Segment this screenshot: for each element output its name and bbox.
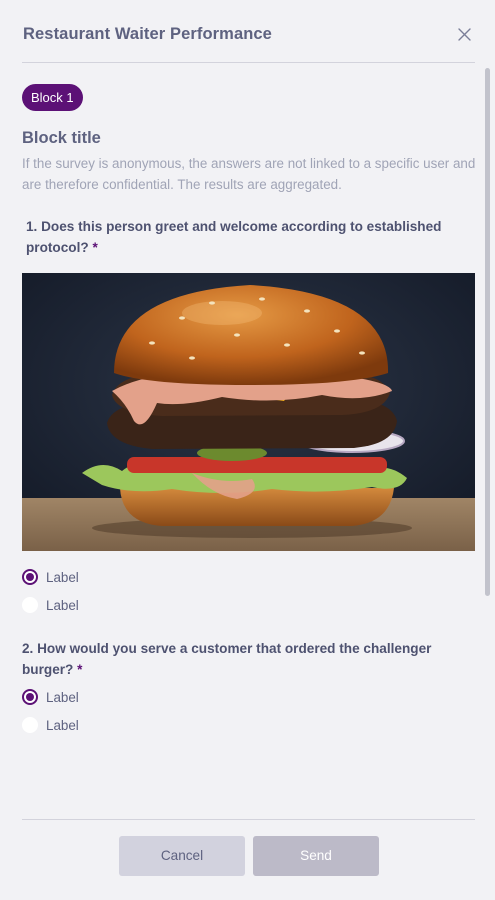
option-label: Label	[46, 689, 79, 705]
block-badge: Block 1	[22, 84, 83, 111]
scrollbar-thumb[interactable]	[485, 68, 490, 596]
burger-photo	[22, 273, 475, 551]
send-button[interactable]: Send	[253, 836, 379, 876]
burger-image	[22, 273, 475, 551]
q1-option-2[interactable]: Label	[22, 596, 79, 614]
block-title: Block title	[22, 129, 101, 147]
radio-selected[interactable]	[22, 689, 38, 705]
q1-option-1[interactable]: Label	[22, 568, 79, 586]
option-label: Label	[46, 597, 79, 613]
close-button[interactable]	[456, 26, 474, 44]
question-2-text: 2. How would you serve a customer that o…	[22, 641, 432, 677]
header-divider	[22, 62, 475, 63]
block-description: If the survey is anonymous, the answers …	[22, 156, 476, 192]
close-icon	[458, 28, 471, 41]
dialog-header: Restaurant Waiter Performance	[0, 0, 495, 63]
option-label: Label	[46, 717, 79, 733]
question-1-text: 1. Does this person greet and welcome ac…	[26, 219, 442, 255]
required-marker: *	[92, 239, 98, 255]
dialog-title: Restaurant Waiter Performance	[23, 25, 272, 43]
cancel-button[interactable]: Cancel	[119, 836, 245, 876]
footer-divider	[22, 819, 475, 820]
question-2: 2. How would you serve a customer that o…	[22, 639, 472, 680]
required-marker: *	[77, 661, 83, 677]
option-label: Label	[46, 569, 79, 585]
q2-option-2[interactable]: Label	[22, 716, 79, 734]
q2-option-1[interactable]: Label	[22, 688, 79, 706]
radio-unselected[interactable]	[22, 717, 38, 733]
radio-selected[interactable]	[22, 569, 38, 585]
radio-unselected[interactable]	[22, 597, 38, 613]
question-1: 1. Does this person greet and welcome ac…	[26, 217, 471, 258]
